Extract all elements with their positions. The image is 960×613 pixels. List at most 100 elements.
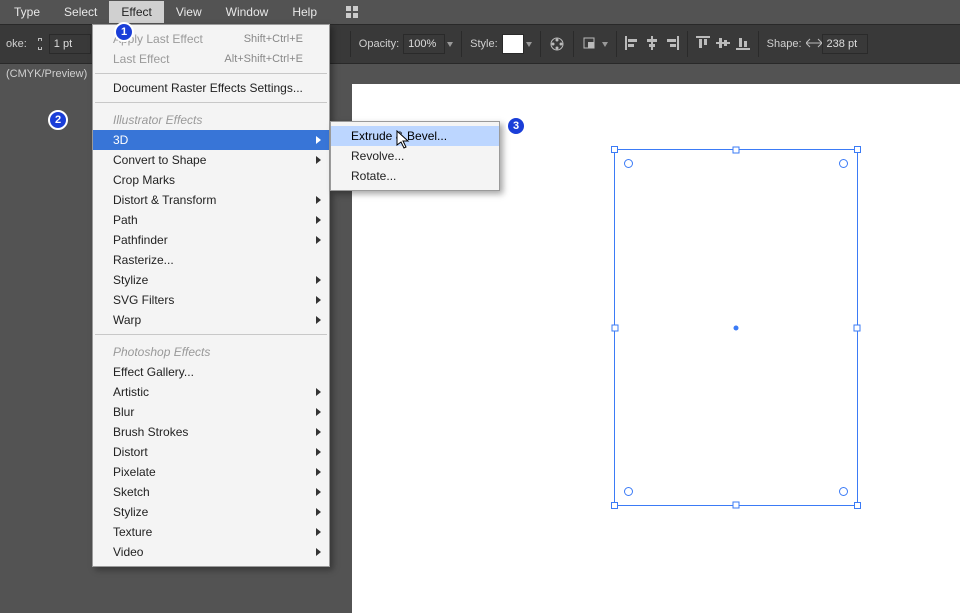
width-icon (806, 38, 822, 51)
menu-texture[interactable]: Texture (93, 522, 329, 542)
menu-window[interactable]: Window (214, 1, 281, 23)
menu-item-label: Path (113, 213, 138, 227)
menu-divider (95, 334, 327, 335)
annotation-2: 2 (48, 110, 68, 130)
menu-item-label: Pixelate (113, 465, 156, 479)
align-center-v-icon[interactable] (716, 36, 730, 53)
menu-pathfinder[interactable]: Pathfinder (93, 230, 329, 250)
submenu-arrow-icon (316, 488, 321, 496)
stroke-link-icon[interactable] (31, 34, 49, 54)
menu-help[interactable]: Help (280, 1, 329, 23)
menu-section-photoshop: Photoshop Effects (93, 339, 329, 362)
align-center-h-icon[interactable] (645, 36, 659, 53)
submenu-arrow-icon (316, 468, 321, 476)
opacity-input[interactable] (403, 34, 445, 54)
menu-divider (95, 73, 327, 74)
menu-item-label: Last Effect (113, 52, 169, 66)
selection-center (734, 325, 739, 330)
handle-e[interactable] (854, 324, 861, 331)
menu-revolve[interactable]: Revolve... (331, 146, 499, 166)
menu-select[interactable]: Select (52, 1, 109, 23)
submenu-arrow-icon (316, 408, 321, 416)
handle-sw[interactable] (611, 502, 618, 509)
handle-s[interactable] (733, 502, 740, 509)
annotation-3: 3 (506, 116, 526, 136)
menu-convert-to-shape[interactable]: Convert to Shape (93, 150, 329, 170)
workspace-grid-icon (345, 5, 359, 19)
menu-svg-filters[interactable]: SVG Filters (93, 290, 329, 310)
selection-rectangle[interactable] (614, 149, 858, 506)
align-to-button[interactable] (576, 25, 614, 63)
menu-rasterize[interactable]: Rasterize... (93, 250, 329, 270)
menu-brush-strokes[interactable]: Brush Strokes (93, 422, 329, 442)
menu-item-label: 3D (113, 133, 128, 147)
submenu-arrow-icon (316, 548, 321, 556)
handle-nw[interactable] (611, 146, 618, 153)
menu-extrude-bevel[interactable]: Extrude & Bevel... (331, 126, 499, 146)
menu-distort-transform[interactable]: Distort & Transform (93, 190, 329, 210)
align-left-icon[interactable] (625, 36, 639, 53)
corner-widget-ne[interactable] (839, 159, 848, 168)
menu-3d[interactable]: 3D (93, 130, 329, 150)
submenu-arrow-icon (316, 528, 321, 536)
align-top-icon[interactable] (696, 36, 710, 53)
menu-blur[interactable]: Blur (93, 402, 329, 422)
submenu-arrow-icon (316, 196, 321, 204)
submenu-arrow-icon (316, 236, 321, 244)
menu-artistic[interactable]: Artistic (93, 382, 329, 402)
corner-widget-se[interactable] (839, 487, 848, 496)
menu-pixelate[interactable]: Pixelate (93, 462, 329, 482)
submenu-arrow-icon (316, 156, 321, 164)
menu-warp[interactable]: Warp (93, 310, 329, 330)
submenu-arrow-icon (316, 508, 321, 516)
corner-widget-sw[interactable] (624, 487, 633, 496)
menu-item-label: Warp (113, 313, 141, 327)
submenu-arrow-icon (316, 296, 321, 304)
chevron-down-icon[interactable] (447, 42, 453, 47)
menu-item-label: Sketch (113, 485, 150, 499)
menu-item-label: Video (113, 545, 143, 559)
handle-n[interactable] (733, 147, 740, 154)
align-bottom-icon[interactable] (736, 36, 750, 53)
menu-stylize-ps[interactable]: Stylize (93, 502, 329, 522)
menu-item-label: Crop Marks (113, 173, 175, 187)
handle-se[interactable] (854, 502, 861, 509)
menu-distort[interactable]: Distort (93, 442, 329, 462)
menu-sketch[interactable]: Sketch (93, 482, 329, 502)
menu-raster-settings[interactable]: Document Raster Effects Settings... (93, 78, 329, 98)
menu-effect[interactable]: Effect (109, 1, 163, 23)
submenu-arrow-icon (316, 388, 321, 396)
shortcut-label: Alt+Shift+Ctrl+E (224, 53, 303, 65)
menu-item-label: Brush Strokes (113, 425, 188, 439)
stroke-weight-input[interactable] (49, 34, 91, 54)
mouse-cursor-icon (396, 130, 412, 153)
menu-item-label: Stylize (113, 505, 148, 519)
document-tab[interactable]: (CMYK/Preview) (0, 66, 93, 82)
menu-last-effect[interactable]: Last Effect Alt+Shift+Ctrl+E (93, 49, 329, 69)
submenu-arrow-icon (316, 276, 321, 284)
menu-stylize[interactable]: Stylize (93, 270, 329, 290)
menu-item-label: Blur (113, 405, 134, 419)
menu-item-label: Rotate... (351, 169, 396, 183)
graphic-style-swatch[interactable] (502, 34, 524, 54)
submenu-arrow-icon (316, 448, 321, 456)
menu-item-label: Artistic (113, 385, 149, 399)
opacity-label: Opacity: (359, 38, 399, 50)
menu-type[interactable]: Type (2, 1, 52, 23)
corner-widget-nw[interactable] (624, 159, 633, 168)
recolor-artwork-button[interactable] (543, 25, 571, 63)
menu-video[interactable]: Video (93, 542, 329, 562)
handle-w[interactable] (612, 324, 619, 331)
workspace-switcher[interactable] (345, 5, 361, 19)
effect-menu-dropdown: Apply Last Effect Shift+Ctrl+E Last Effe… (92, 24, 330, 567)
menu-rotate[interactable]: Rotate... (331, 166, 499, 186)
shape-width-input[interactable] (822, 34, 868, 54)
menu-view[interactable]: View (164, 1, 214, 23)
menu-effect-gallery[interactable]: Effect Gallery... (93, 362, 329, 382)
menu-path[interactable]: Path (93, 210, 329, 230)
menu-item-label: Document Raster Effects Settings... (113, 81, 303, 95)
align-right-icon[interactable] (665, 36, 679, 53)
menu-crop-marks[interactable]: Crop Marks (93, 170, 329, 190)
handle-ne[interactable] (854, 146, 861, 153)
chevron-down-icon[interactable] (526, 42, 532, 47)
